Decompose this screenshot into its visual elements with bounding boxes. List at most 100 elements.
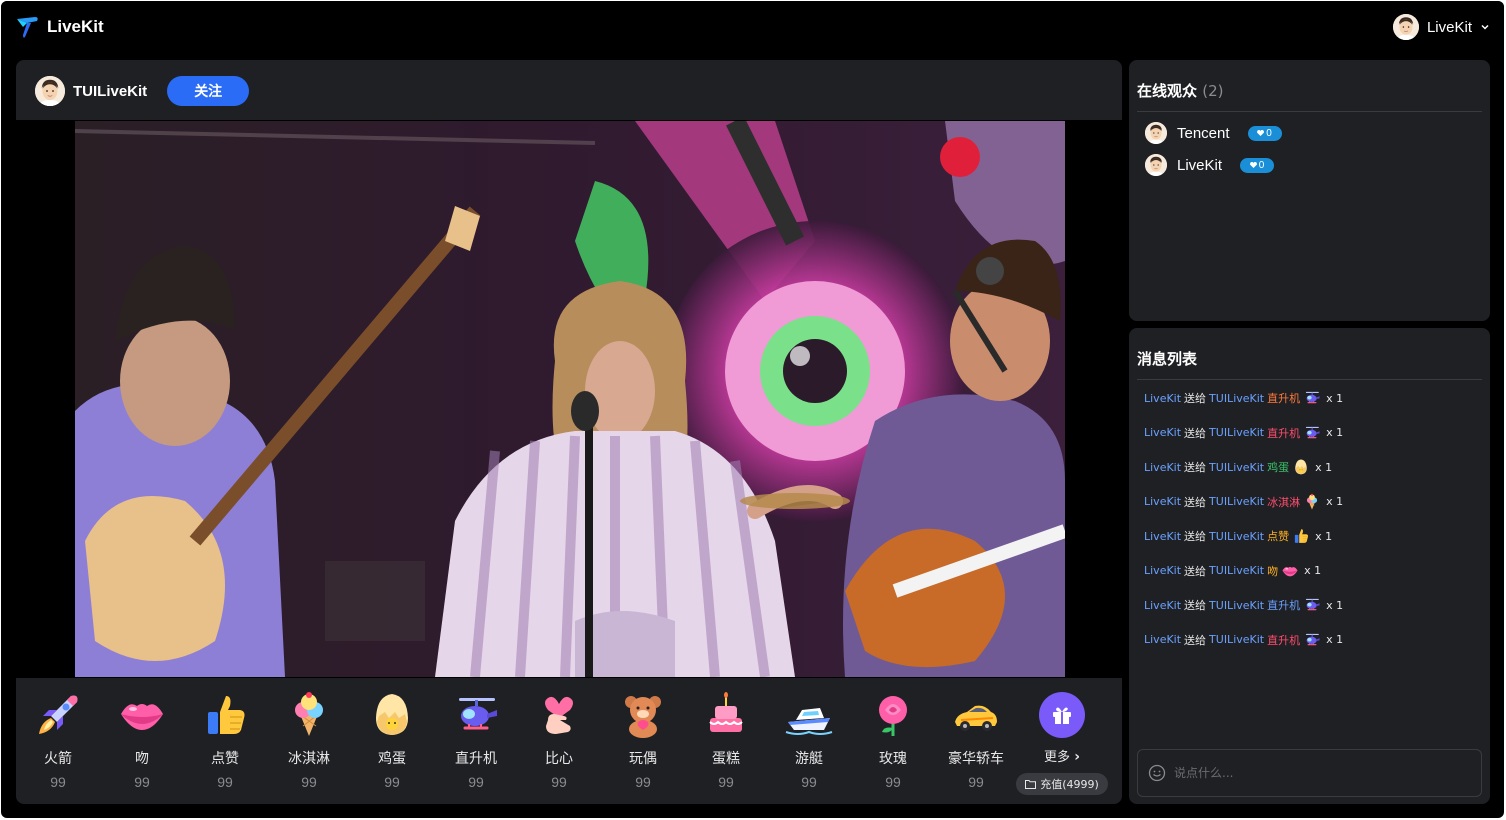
audience-name: Tencent [1177, 124, 1230, 142]
gift-yacht[interactable]: 游艇 99 [767, 690, 851, 796]
stage-header: TUILiveKit 关注 [16, 60, 1122, 120]
level-value: 0 [1258, 159, 1265, 171]
emoji-icon[interactable] [1148, 764, 1166, 782]
anchor-info: TUILiveKit 关注 [35, 76, 250, 106]
helicopter-icon [1303, 424, 1321, 442]
recharge-button[interactable]: 充值(4999) [1016, 773, 1108, 795]
brand[interactable]: LiveKit [15, 15, 104, 39]
receiver-name[interactable]: TUILiveKit [1209, 461, 1264, 474]
anchor-avatar[interactable] [35, 76, 65, 106]
message-item: LiveKit 送给 TUILiveKit 直升机 x 1 [1144, 596, 1343, 614]
lips-icon [117, 690, 167, 740]
receiver-name[interactable]: TUILiveKit [1209, 495, 1264, 508]
gift-luxury-car[interactable]: 豪华轿车 99 [934, 690, 1018, 796]
gift-doll[interactable]: 玩偶 99 [601, 690, 685, 796]
sender-name[interactable]: LiveKit [1144, 564, 1181, 577]
gift-name: 点赞 [211, 751, 239, 767]
helicopter-icon [1303, 389, 1321, 407]
helicopter-icon [1303, 631, 1321, 649]
brand-name: LiveKit [47, 17, 104, 36]
sender-name[interactable]: LiveKit [1144, 392, 1181, 405]
gift-price: 99 [801, 774, 817, 790]
gift-box-icon [1039, 692, 1085, 738]
gift-quantity: x 1 [1315, 460, 1333, 474]
receiver-name[interactable]: TUILiveKit [1209, 392, 1264, 405]
receiver-name[interactable]: TUILiveKit [1209, 564, 1264, 577]
sender-name[interactable]: LiveKit [1144, 633, 1181, 646]
gift-quantity: x 1 [1304, 564, 1322, 577]
send-verb: 送给 [1184, 599, 1207, 612]
send-verb: 送给 [1184, 461, 1207, 474]
current-user-name: LiveKit [1426, 18, 1472, 36]
chat-input-box[interactable] [1137, 749, 1482, 797]
gift-label: 直升机 [1267, 392, 1301, 405]
gift-name: 玫瑰 [879, 751, 907, 767]
ice-cream-icon [1303, 493, 1321, 511]
send-verb: 送给 [1184, 426, 1207, 440]
gift-price: 99 [635, 774, 651, 790]
gift-like[interactable]: 点赞 99 [183, 690, 267, 796]
follow-button[interactable]: 关注 [167, 76, 250, 106]
receiver-name[interactable]: TUILiveKit [1209, 426, 1264, 439]
audience-item[interactable]: Tencent 0 [1145, 122, 1282, 144]
gift-egg[interactable]: 鸡蛋 99 [350, 690, 434, 796]
avatar [1145, 154, 1167, 176]
receiver-name[interactable]: TUILiveKit [1209, 530, 1264, 543]
gift-cake[interactable]: 蛋糕 99 [684, 690, 768, 796]
gift-price: 99 [468, 774, 484, 790]
gift-label: 直升机 [1267, 426, 1301, 440]
avatar [1145, 122, 1167, 144]
gift-kiss[interactable]: 吻 99 [100, 690, 184, 796]
gift-price: 99 [217, 774, 233, 790]
thumbs-up-icon [200, 690, 250, 740]
sender-name[interactable]: LiveKit [1144, 495, 1181, 508]
receiver-name[interactable]: TUILiveKit [1209, 633, 1264, 646]
yacht-icon [784, 690, 834, 740]
audience-item[interactable]: LiveKit 0 [1145, 154, 1275, 176]
livekit-logo-icon [17, 17, 38, 38]
helicopter-icon [451, 690, 501, 740]
sender-name[interactable]: LiveKit [1144, 530, 1181, 543]
send-verb: 送给 [1184, 392, 1207, 405]
receiver-name[interactable]: TUILiveKit [1209, 599, 1264, 612]
gift-name: 直升机 [455, 751, 497, 767]
sender-name[interactable]: LiveKit [1144, 426, 1181, 439]
gift-price: 99 [968, 774, 984, 790]
sender-name[interactable]: LiveKit [1144, 461, 1181, 474]
audience-title: 在线观众 (2) [1137, 80, 1224, 101]
thumbs-up-icon [1292, 527, 1310, 545]
gift-label: 鸡蛋 [1267, 461, 1290, 474]
chat-input[interactable] [1174, 766, 1474, 780]
user-menu[interactable]: LiveKit [1392, 14, 1490, 40]
gift-rocket[interactable]: 火箭 99 [16, 690, 100, 796]
avatar [1392, 14, 1419, 40]
message-item: LiveKit 送给 TUILiveKit 吻 x 1 [1144, 562, 1321, 580]
gift-rose[interactable]: 玫瑰 99 [851, 690, 935, 796]
live-video[interactable] [75, 121, 1065, 677]
gift-finger-heart[interactable]: 比心 99 [517, 690, 601, 796]
gift-label: 冰淇淋 [1267, 495, 1301, 509]
gift-price: 99 [50, 774, 66, 790]
level-badge: 0 [1240, 157, 1275, 173]
gift-ice-cream[interactable]: 冰淇淋 99 [267, 690, 351, 796]
audience-title-text: 在线观众 [1137, 82, 1198, 100]
audience-name: LiveKit [1177, 156, 1223, 174]
gift-quantity: x 1 [1326, 598, 1344, 612]
online-audience-panel: 在线观众 (2) Tencent 0 LiveKit 0 [1129, 60, 1490, 321]
app-window: LiveKit LiveKit TUILiveKit 关注 火箭 99 吻 99… [1, 1, 1504, 818]
sports-car-icon [951, 690, 1001, 740]
audience-count: (2) [1202, 82, 1224, 100]
level-value: 0 [1266, 127, 1272, 139]
more-gifts-label: 更多 › [1020, 746, 1104, 765]
message-item: LiveKit 送给 TUILiveKit 点赞 x 1 [1144, 527, 1332, 545]
message-item: LiveKit 送给 TUILiveKit 直升机 x 1 [1144, 631, 1343, 649]
send-verb: 送给 [1184, 633, 1207, 647]
sender-name[interactable]: LiveKit [1144, 599, 1181, 612]
send-verb: 送给 [1184, 495, 1207, 509]
egg-icon [367, 690, 417, 740]
message-list-panel: 消息列表 LiveKit 送给 TUILiveKit 直升机 x 1 LiveKit 送给 T… [1129, 328, 1490, 804]
helicopter-icon [1303, 596, 1321, 614]
gift-helicopter[interactable]: 直升机 99 [434, 690, 518, 796]
recharge-label: 充值(4999) [1040, 778, 1099, 791]
teddy-bear-icon [618, 690, 668, 740]
